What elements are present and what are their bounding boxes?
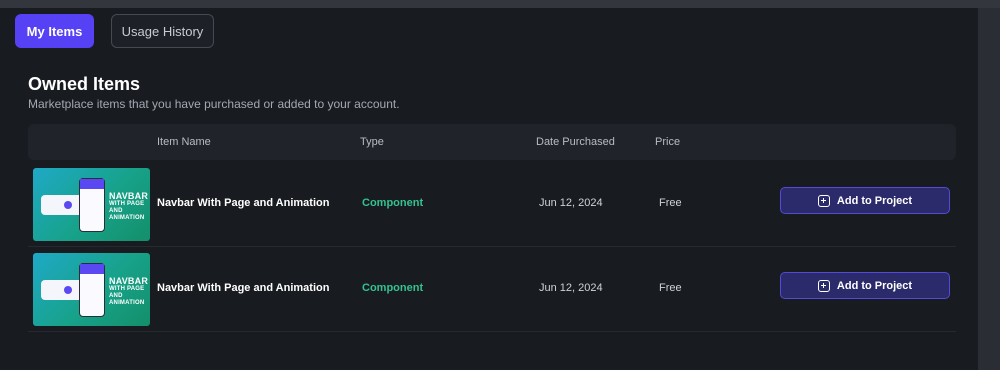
top-strip [0, 0, 1000, 8]
tab-my-items[interactable]: My Items [15, 14, 94, 48]
add-to-project-label: Add to Project [836, 194, 913, 207]
items-panel: My Items Usage History Owned Items Marke… [0, 8, 978, 370]
column-header-item-name: Item Name [157, 136, 211, 148]
plus-square-icon [817, 194, 830, 207]
thumbnail-dot [64, 286, 72, 294]
column-header-date-purchased: Date Purchased [536, 136, 615, 148]
item-price: Free [659, 282, 682, 294]
tab-usage-history[interactable]: Usage History [111, 14, 214, 48]
thumbnail-caption: NAVBAR WITH PAGE AND ANIMATION [109, 191, 149, 222]
section-subtitle: Marketplace items that you have purchase… [28, 97, 400, 111]
add-to-project-button[interactable]: Add to Project [780, 187, 950, 214]
thumbnail-caption: NAVBAR WITH PAGE AND ANIMATION [109, 276, 149, 307]
item-type: Component [362, 282, 424, 294]
thumbnail-phone [79, 263, 105, 317]
item-name: Navbar With Page and Animation [157, 197, 330, 209]
item-date: Jun 12, 2024 [539, 197, 603, 209]
thumbnail-phone [79, 178, 105, 232]
tab-bar: My Items Usage History [15, 14, 214, 48]
item-thumbnail: NAVBAR WITH PAGE AND ANIMATION [33, 168, 150, 241]
column-header-type: Type [360, 136, 384, 148]
item-name: Navbar With Page and Animation [157, 282, 330, 294]
column-header-price: Price [655, 136, 681, 148]
item-price: Free [659, 197, 682, 209]
table-row: NAVBAR WITH PAGE AND ANIMATION Navbar Wi… [28, 163, 956, 247]
thumbnail-dot [64, 201, 72, 209]
item-thumbnail: NAVBAR WITH PAGE AND ANIMATION [33, 253, 150, 326]
table-header: Item Name Type Date Purchased Price [28, 124, 956, 160]
item-date: Jun 12, 2024 [539, 282, 603, 294]
plus-square-icon [817, 279, 830, 292]
section-title: Owned Items [28, 74, 141, 94]
table-row: NAVBAR WITH PAGE AND ANIMATION Navbar Wi… [28, 248, 956, 332]
item-type: Component [362, 197, 424, 209]
add-to-project-button[interactable]: Add to Project [780, 272, 950, 299]
add-to-project-label: Add to Project [836, 279, 913, 292]
